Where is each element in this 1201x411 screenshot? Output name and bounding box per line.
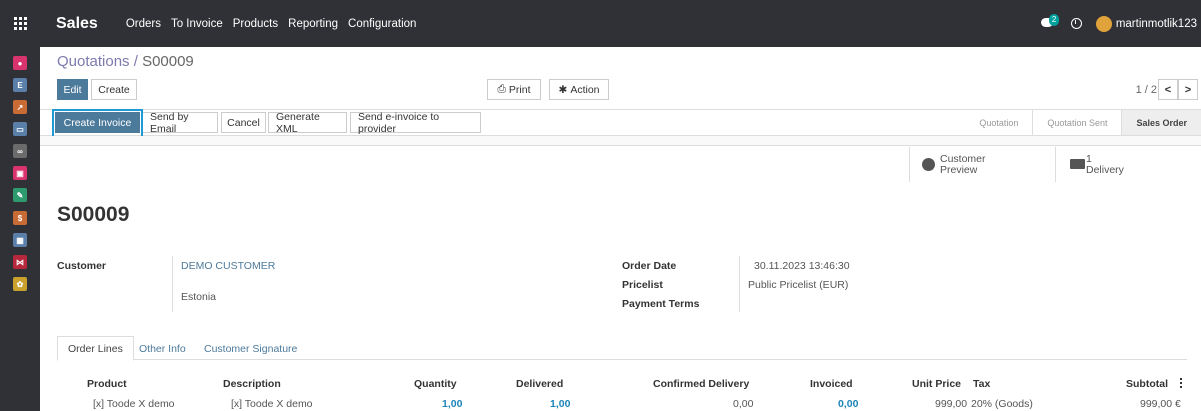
column-options-icon[interactable] [1180, 378, 1183, 390]
pager-prev-button[interactable]: < [1158, 79, 1178, 100]
row-confirmed-delivery[interactable]: 0,00 [733, 398, 753, 410]
breadcrumb-parent[interactable]: Quotations [57, 53, 130, 70]
row-subtotal[interactable]: 999,00 € [1140, 398, 1181, 410]
preview-line2: Preview [940, 163, 978, 176]
app-name[interactable]: Sales [56, 15, 98, 33]
share-icon[interactable]: ⋈ [13, 255, 27, 269]
row-unit-price[interactable]: 999,00 [935, 398, 967, 410]
chart-icon[interactable]: ↗ [13, 100, 27, 114]
grid-icon [13, 17, 27, 30]
breadcrumb: Quotations / S00009 [57, 53, 194, 70]
cancel-button[interactable]: Cancel [221, 112, 266, 133]
gift-icon[interactable]: ▣ [13, 166, 27, 180]
order-title: S00009 [57, 203, 130, 226]
invoice-icon[interactable]: $ [13, 211, 27, 225]
field-divider [739, 256, 740, 312]
col-tax[interactable]: Tax [973, 378, 990, 390]
menu-configuration[interactable]: Configuration [348, 18, 416, 30]
col-invoiced[interactable]: Invoiced [810, 378, 853, 390]
avatar [1095, 15, 1112, 32]
edit-button[interactable]: Edit [57, 79, 88, 100]
customer-preview-button[interactable]: Customer Preview [909, 147, 1055, 182]
row-delivered[interactable]: 1,00 [550, 398, 570, 410]
menu-orders[interactable]: Orders [126, 18, 161, 30]
col-description[interactable]: Description [223, 378, 281, 390]
row-product[interactable]: [x] Toode X demo [93, 398, 175, 410]
breadcrumb-separator: / [129, 53, 143, 70]
menu-reporting[interactable]: Reporting [288, 18, 338, 30]
breadcrumb-current: S00009 [142, 53, 194, 70]
settings-icon[interactable]: ✿ [13, 277, 27, 291]
calendar-icon[interactable]: ▦ [13, 233, 27, 247]
tab-customer-signature[interactable]: Customer Signature [194, 336, 307, 361]
send-einvoice-button[interactable]: Send e-invoice to provider [350, 111, 481, 135]
top-menu: Orders To Invoice Products Reporting Con… [126, 18, 417, 30]
row-invoiced[interactable]: 0,00 [838, 398, 858, 410]
smart-buttons: Customer Preview 1 Delivery [909, 147, 1201, 182]
customer-label: Customer [57, 260, 107, 272]
col-quantity[interactable]: Quantity [414, 378, 457, 390]
chat-icon[interactable]: 2 [1040, 13, 1060, 30]
customer-name-link[interactable]: DEMO CUSTOMER [181, 260, 275, 272]
preview-line1: Customer [940, 152, 986, 165]
delivery-button[interactable]: 1 Delivery [1055, 147, 1201, 182]
link-icon[interactable]: ∞ [13, 144, 27, 158]
col-product[interactable]: Product [87, 378, 127, 390]
pricelist-value: Public Pricelist (EUR) [748, 279, 849, 291]
create-button[interactable]: Create [91, 79, 137, 100]
user-name: martinmotlik123 [1115, 17, 1197, 30]
tab-other-info[interactable]: Other Info [129, 336, 196, 361]
top-navbar: Sales Orders To Invoice Products Reporti… [0, 0, 1201, 47]
payment-terms-label: Payment Terms [622, 298, 700, 310]
col-unit-price[interactable]: Unit Price [912, 378, 961, 390]
systray: 2 martinmotlik123 [1040, 0, 1201, 47]
user-menu[interactable]: martinmotlik123 [1095, 15, 1197, 32]
globe-icon [922, 158, 935, 171]
pricelist-label: Pricelist [622, 279, 663, 291]
row-quantity[interactable]: 1,00 [442, 398, 462, 410]
delivery-label: Delivery [1086, 163, 1124, 176]
print-label: Print [508, 83, 531, 96]
printer-icon: ⎙ [497, 83, 506, 95]
order-date-value: 30.11.2023 13:46:30 [754, 260, 850, 272]
stage-indicator: Quotation Quotation Sent Sales Order [965, 110, 1201, 135]
clock-icon[interactable] [1070, 18, 1082, 29]
e-icon[interactable]: E [13, 78, 27, 92]
pager-next-button[interactable]: > [1178, 79, 1198, 100]
row-tax[interactable]: 20% (Goods) [971, 398, 1033, 410]
stage-sales-order[interactable]: Sales Order [1122, 110, 1201, 135]
action-label: Action [570, 83, 600, 96]
action-button[interactable]: ✱ Action [549, 79, 609, 100]
discuss-icon[interactable]: ● [13, 56, 27, 70]
row-description[interactable]: [x] Toode X demo [231, 398, 313, 410]
print-button[interactable]: ⎙ Print [487, 79, 541, 100]
truck-icon [1070, 159, 1085, 169]
form-sheet [40, 145, 1201, 411]
gear-icon: ✱ [558, 83, 568, 96]
send-by-email-button[interactable]: Send by Email [142, 111, 218, 135]
order-date-label: Order Date [622, 260, 677, 272]
left-sidebar: ● E ↗ ▭ ∞ ▣ ✎ $ ▦ ⋈ ✿ [0, 47, 40, 411]
menu-products[interactable]: Products [233, 18, 278, 30]
customer-country: Estonia [181, 291, 217, 303]
highlight-box [52, 109, 143, 138]
card-icon[interactable]: ▭ [13, 122, 27, 136]
field-divider [172, 256, 173, 312]
col-subtotal[interactable]: Subtotal [1126, 378, 1168, 390]
wrench-icon[interactable]: ✎ [13, 188, 27, 202]
apps-menu-button[interactable] [0, 0, 40, 47]
delivery-count: 1 [1086, 152, 1092, 165]
col-delivered[interactable]: Delivered [516, 378, 563, 390]
col-confirmed-delivery[interactable]: Confirmed Delivery [653, 378, 749, 390]
generate-xml-button[interactable]: Generate XML [268, 111, 347, 135]
chat-badge: 2 [1048, 13, 1060, 26]
pager-value[interactable]: 1 / 2 [1136, 84, 1157, 96]
tab-order-lines[interactable]: Order Lines [57, 336, 134, 361]
stage-quotation-sent[interactable]: Quotation Sent [1033, 110, 1121, 135]
menu-to-invoice[interactable]: To Invoice [171, 18, 223, 30]
stage-quotation[interactable]: Quotation [965, 110, 1032, 135]
notebook-tabs: Order Lines Other Info Customer Signatur… [57, 336, 1187, 361]
